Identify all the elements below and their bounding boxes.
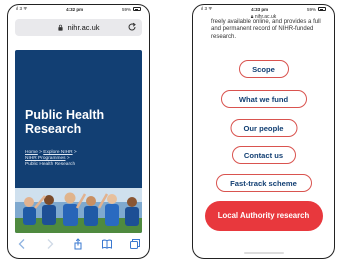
battery-icon (133, 7, 141, 11)
status-time: 4:33 pm (251, 6, 269, 12)
local-authority-research-button[interactable]: Local Authority research (204, 201, 323, 231)
breadcrumb-separator: > (65, 156, 70, 161)
url-text: nihr.ac.uk (67, 23, 100, 32)
carrier-signal: ıl 3 ᯤ (201, 6, 213, 11)
breadcrumb-programmes[interactable]: NIHR Programmes (25, 156, 66, 161)
intro-text: freely available online, and provides a … (211, 19, 321, 40)
phone-left: ıl 3 ᯤ 4:32 pm 59% nihr.ac.uk Public Hea… (7, 4, 150, 259)
breadcrumb-separator: > (72, 150, 77, 155)
tabs-icon[interactable] (128, 238, 142, 250)
scope-button[interactable]: Scope (238, 60, 289, 78)
breadcrumb-home[interactable]: Home (25, 150, 38, 155)
fast-track-scheme-button[interactable]: Fast-track scheme (215, 174, 312, 192)
address-bar[interactable]: nihr.ac.uk (15, 19, 142, 36)
battery-icon (318, 7, 326, 11)
carrier-signal: ıl 3 ᯤ (16, 6, 28, 11)
status-bar: ıl 3 ᯤ 4:32 pm 59% (8, 5, 149, 13)
battery-percent: 59% (121, 6, 131, 12)
back-icon[interactable] (15, 238, 29, 250)
hero-photo (15, 188, 142, 233)
page-title: Public Health Research (25, 108, 105, 136)
contact-us-button[interactable]: Contact us (231, 146, 296, 164)
breadcrumb: Home > Explore NIHR > NIHR Programmes > … (25, 150, 135, 168)
battery-percent: 59% (306, 6, 316, 12)
forward-icon[interactable] (43, 238, 57, 250)
browser-toolbar (8, 236, 149, 252)
phone-right: ıl 3 ᯤ 4:33 pm 59% 🔒︎ nihr.ac.uk freely … (192, 4, 335, 259)
bookmarks-icon[interactable] (100, 238, 114, 250)
share-icon[interactable] (71, 238, 85, 250)
what-we-fund-button[interactable]: What we fund (220, 90, 307, 108)
status-bar: ıl 3 ᯤ 4:33 pm 59% (193, 5, 334, 13)
reload-icon[interactable] (127, 22, 137, 32)
hero-banner: Public Health Research Home > Explore NI… (15, 50, 142, 233)
lock-icon (58, 24, 64, 31)
home-indicator (243, 252, 284, 254)
breadcrumb-current: Public Health Research (25, 162, 76, 167)
breadcrumb-explore[interactable]: Explore NIHR (43, 150, 72, 155)
our-people-button[interactable]: Our people (230, 119, 297, 137)
status-time: 4:32 pm (66, 6, 84, 12)
